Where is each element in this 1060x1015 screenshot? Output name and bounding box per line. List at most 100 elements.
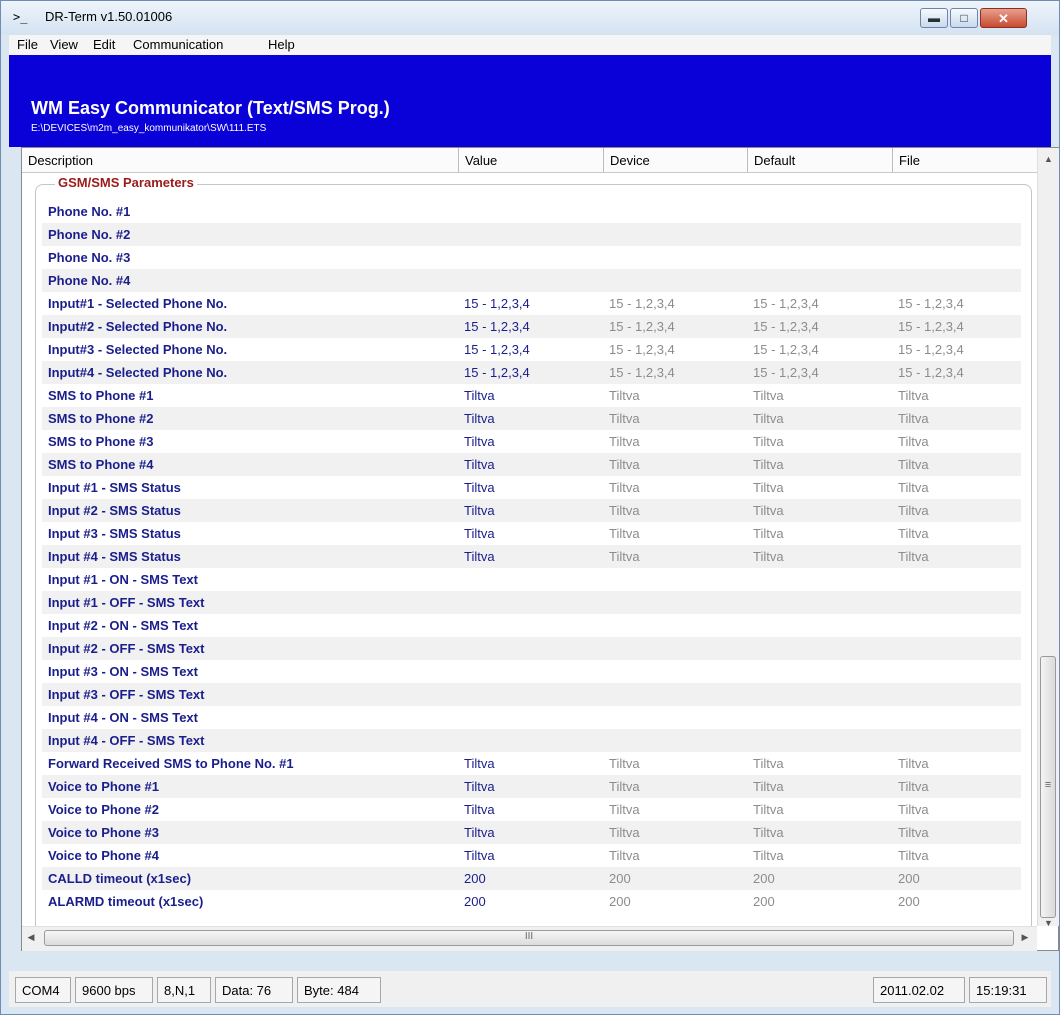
row-device: 15 - 1,2,3,4	[609, 342, 675, 357]
row-file: 200	[898, 871, 920, 886]
menu-edit[interactable]: Edit	[93, 37, 115, 52]
table-row[interactable]: Voice to Phone #1 Tiltva Tiltva Tiltva Tiltv…	[42, 775, 1021, 798]
row-default: Tiltva	[753, 434, 784, 449]
table-row[interactable]: Phone No. #1	[42, 200, 1021, 223]
table-row[interactable]: Input #1 - ON - SMS Text	[42, 568, 1021, 591]
row-file: Tiltva	[898, 503, 929, 518]
scroll-up-icon[interactable]: ▲	[1038, 154, 1059, 164]
row-default: Tiltva	[753, 503, 784, 518]
table-row[interactable]: Phone No. #2	[42, 223, 1021, 246]
row-description: Voice to Phone #2	[48, 802, 160, 817]
window-title: DR-Term v1.50.01006	[45, 9, 173, 24]
table-row[interactable]: Input#4 - Selected Phone No. 15 - 1,2,3,4…	[42, 361, 1021, 384]
table-row[interactable]: Phone No. #3	[42, 246, 1021, 269]
table-row[interactable]: SMS to Phone #4 Tiltva Tiltva Tiltva Tiltva	[42, 453, 1021, 476]
table-row[interactable]: Phone No. #4	[42, 269, 1021, 292]
maximize-button[interactable]: □	[950, 8, 978, 28]
scroll-right-icon[interactable]: ▶	[1016, 932, 1034, 943]
group-title: GSM/SMS Parameters	[55, 175, 197, 190]
close-button[interactable]: ✕	[980, 8, 1027, 28]
row-default: 15 - 1,2,3,4	[753, 365, 819, 380]
row-file: 15 - 1,2,3,4	[898, 296, 964, 311]
table-row[interactable]: SMS to Phone #3 Tiltva Tiltva Tiltva Tiltva	[42, 430, 1021, 453]
row-device: 15 - 1,2,3,4	[609, 319, 675, 334]
table-row[interactable]: Input #2 - SMS Status Tiltva Tiltva Tiltva T…	[42, 499, 1021, 522]
table-row[interactable]: SMS to Phone #2 Tiltva Tiltva Tiltva Tiltva	[42, 407, 1021, 430]
row-value: 15 - 1,2,3,4	[464, 342, 530, 357]
status-bytes: Byte: 484	[297, 977, 381, 1003]
row-default: Tiltva	[753, 457, 784, 472]
horizontal-scrollbar[interactable]: ◀ III ▶	[22, 926, 1037, 951]
table-row[interactable]: Input #4 - ON - SMS Text	[42, 706, 1021, 729]
table-row[interactable]: CALLD timeout (x1sec) 200 200 200 200	[42, 867, 1021, 890]
table-row[interactable]: Voice to Phone #4 Tiltva Tiltva Tiltva Tiltv…	[42, 844, 1021, 867]
column-file[interactable]: File	[893, 148, 1037, 172]
grip-icon: ≡	[1044, 779, 1052, 791]
column-value[interactable]: Value	[459, 148, 604, 172]
status-baud: 9600 bps	[75, 977, 153, 1003]
table-row[interactable]: Input #1 - SMS Status Tiltva Tiltva Tiltva T…	[42, 476, 1021, 499]
row-description: Input #4 - ON - SMS Text	[48, 710, 198, 725]
table-row[interactable]: Input#1 - Selected Phone No. 15 - 1,2,3,4…	[42, 292, 1021, 315]
row-value: Tiltva	[464, 434, 495, 449]
menu-view[interactable]: View	[50, 37, 78, 52]
table-row[interactable]: Voice to Phone #2 Tiltva Tiltva Tiltva Tiltv…	[42, 798, 1021, 821]
row-file: Tiltva	[898, 549, 929, 564]
row-description: Voice to Phone #4	[48, 848, 160, 863]
status-data: Data: 76	[215, 977, 293, 1003]
scroll-left-icon[interactable]: ◀	[22, 932, 40, 943]
table-row[interactable]: ALARMD timeout (x1sec) 200 200 200 200	[42, 890, 1021, 913]
row-default: Tiltva	[753, 825, 784, 840]
table-row[interactable]: Input #2 - ON - SMS Text	[42, 614, 1021, 637]
table-row[interactable]: Forward Received SMS to Phone No. #1 Tilt…	[42, 752, 1021, 775]
row-description: SMS to Phone #3	[48, 434, 154, 449]
table-row[interactable]: Input#3 - Selected Phone No. 15 - 1,2,3,4…	[42, 338, 1021, 361]
row-file: Tiltva	[898, 457, 929, 472]
row-device: Tiltva	[609, 549, 640, 564]
menu-file[interactable]: File	[17, 37, 38, 52]
row-description: Input #1 - OFF - SMS Text	[48, 595, 205, 610]
table-row[interactable]: Input #4 - SMS Status Tiltva Tiltva Tiltva T…	[42, 545, 1021, 568]
column-default[interactable]: Default	[748, 148, 893, 172]
row-default: Tiltva	[753, 480, 784, 495]
vertical-scroll-thumb[interactable]: ≡	[1040, 656, 1056, 918]
menu-bar: File View Edit Communication Help	[9, 35, 1051, 56]
vertical-scrollbar[interactable]: ▲ ≡ ▼	[1037, 148, 1059, 928]
title-bar[interactable]: >_ DR-Term v1.50.01006 ▬ □ ✕	[1, 1, 1059, 35]
row-value: 15 - 1,2,3,4	[464, 296, 530, 311]
column-device[interactable]: Device	[604, 148, 748, 172]
row-device: Tiltva	[609, 825, 640, 840]
minimize-button[interactable]: ▬	[920, 8, 948, 28]
row-description: Input #4 - OFF - SMS Text	[48, 733, 205, 748]
table-row[interactable]: Input #3 - OFF - SMS Text	[42, 683, 1021, 706]
row-description: Input #2 - SMS Status	[48, 503, 181, 518]
row-file: Tiltva	[898, 411, 929, 426]
column-description[interactable]: Description	[22, 148, 459, 172]
row-description: Phone No. #2	[48, 227, 131, 242]
minimize-icon: ▬	[928, 11, 940, 25]
row-description: Voice to Phone #3	[48, 825, 160, 840]
scroll-down-icon[interactable]: ▼	[1038, 918, 1059, 928]
parameter-rows: Phone No. #1 Phone No. #2 Phone No. #3 Phon…	[42, 200, 1021, 913]
row-value: 15 - 1,2,3,4	[464, 365, 530, 380]
close-icon: ✕	[998, 11, 1009, 26]
status-bar: COM4 9600 bps 8,N,1 Data: 76 Byte: 484 2…	[9, 971, 1051, 1007]
menu-communication[interactable]: Communication	[133, 37, 223, 52]
table-row[interactable]: Input #4 - OFF - SMS Text	[42, 729, 1021, 752]
horizontal-scroll-thumb[interactable]: III	[44, 930, 1014, 946]
status-date: 2011.02.02	[873, 977, 965, 1003]
table-row[interactable]: Input #3 - ON - SMS Text	[42, 660, 1021, 683]
row-device: 15 - 1,2,3,4	[609, 365, 675, 380]
table-row[interactable]: Input#2 - Selected Phone No. 15 - 1,2,3,4…	[42, 315, 1021, 338]
table-row[interactable]: Input #3 - SMS Status Tiltva Tiltva Tiltva T…	[42, 522, 1021, 545]
row-value: Tiltva	[464, 802, 495, 817]
row-value: Tiltva	[464, 549, 495, 564]
table-row[interactable]: Input #1 - OFF - SMS Text	[42, 591, 1021, 614]
table-row[interactable]: Voice to Phone #3 Tiltva Tiltva Tiltva Tiltv…	[42, 821, 1021, 844]
row-value: 200	[464, 871, 486, 886]
table-row[interactable]: SMS to Phone #1 Tiltva Tiltva Tiltva Tiltva	[42, 384, 1021, 407]
row-default: 200	[753, 894, 775, 909]
menu-help[interactable]: Help	[268, 37, 295, 52]
row-file: Tiltva	[898, 480, 929, 495]
table-row[interactable]: Input #2 - OFF - SMS Text	[42, 637, 1021, 660]
